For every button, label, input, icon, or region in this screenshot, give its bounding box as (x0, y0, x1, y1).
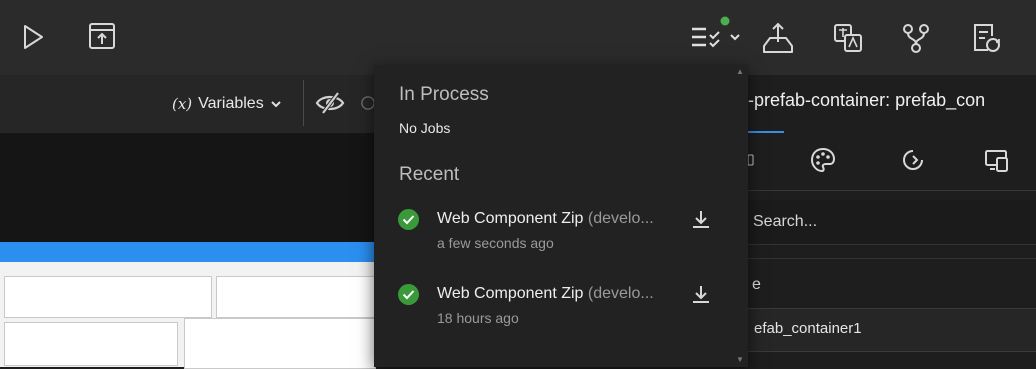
tab-events-icon[interactable] (898, 145, 928, 175)
canvas-container[interactable] (4, 276, 212, 318)
tab-styles-icon[interactable] (808, 145, 838, 175)
variables-icon: (x) (172, 95, 193, 113)
job-item-name[interactable]: Web Component Zip (develo... (437, 285, 654, 303)
search-placeholder: Search... (753, 213, 818, 230)
canvas-container[interactable] (4, 322, 178, 366)
canvas-container[interactable] (184, 318, 376, 369)
job-title: Web Component Zip (437, 210, 584, 227)
top-toolbar (0, 0, 1036, 75)
compare-icon[interactable] (968, 20, 1004, 56)
play-icon[interactable] (18, 22, 48, 52)
tab-properties-icon[interactable] (748, 146, 762, 174)
download-icon[interactable] (690, 283, 712, 310)
publish-icon[interactable] (86, 20, 118, 52)
selected-component-bar[interactable] (0, 242, 374, 262)
variables-label: Variables (198, 95, 264, 112)
job-detail: (develo... (587, 285, 654, 302)
canvas-header (0, 133, 374, 242)
in-process-heading: In Process (399, 84, 489, 105)
translate-icon[interactable] (830, 20, 866, 56)
divider (748, 258, 1036, 259)
success-check-icon (398, 209, 419, 230)
design-canvas[interactable] (0, 262, 376, 369)
job-time: a few seconds ago (437, 235, 554, 251)
job-detail: (develo... (587, 210, 654, 227)
properties-search-input[interactable]: Search... (748, 200, 1036, 245)
recent-heading: Recent (399, 164, 460, 185)
job-time: 18 hours ago (437, 310, 519, 326)
property-label: e (752, 276, 761, 293)
job-title: Web Component Zip (437, 285, 584, 302)
panel-title: -prefab-container: prefab_con (748, 90, 986, 110)
scroll-down-arrow[interactable]: ▼ (736, 355, 744, 364)
property-value[interactable]: efab_container1 (754, 320, 862, 337)
canvas-container[interactable] (216, 276, 376, 318)
job-item-name[interactable]: Web Component Zip (develo... (437, 210, 654, 228)
deploy-icon[interactable] (758, 18, 798, 58)
scroll-up-arrow[interactable]: ▲ (736, 67, 744, 76)
variables-button[interactable]: (x) Variables (172, 91, 282, 117)
branch-icon[interactable] (898, 20, 934, 56)
success-check-icon (398, 284, 419, 305)
visibility-off-icon[interactable] (312, 88, 348, 118)
no-jobs-text: No Jobs (399, 120, 451, 136)
tab-device-icon[interactable] (982, 145, 1012, 175)
jobs-icon[interactable] (688, 16, 744, 56)
chevron-down-icon (270, 101, 281, 108)
toolbar-divider (303, 80, 304, 126)
download-icon[interactable] (690, 208, 712, 235)
